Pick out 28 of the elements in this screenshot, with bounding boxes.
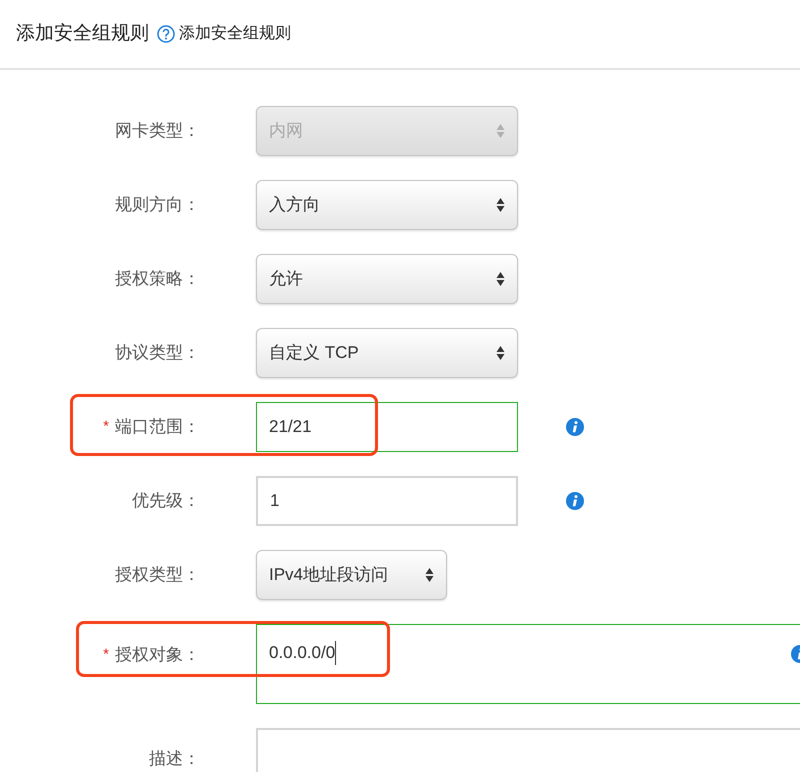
field-label: 规则方向： [115, 194, 200, 216]
field-label: 网卡类型： [115, 120, 200, 142]
required-mark: * [103, 644, 109, 664]
select-dropdown[interactable]: IPv4地址段访问 [256, 550, 447, 600]
up-down-arrows-icon [496, 345, 505, 361]
select-dropdown[interactable]: 入方向 [256, 180, 518, 230]
field-label: 授权对象： [115, 644, 200, 666]
input-field[interactable]: 1 [256, 476, 518, 526]
info-icon[interactable] [566, 418, 584, 436]
field-label: 描述： [149, 748, 200, 770]
up-down-arrows-icon [425, 567, 434, 583]
text-area[interactable]: 0.0.0.0/0 [256, 624, 800, 704]
input-field[interactable]: 21/21 [256, 402, 518, 452]
up-down-arrows-icon [496, 123, 505, 139]
field-label: 授权类型： [115, 564, 200, 586]
field-label: 端口范围： [115, 416, 200, 438]
field-label: 授权策略： [115, 268, 200, 290]
up-down-arrows-icon [496, 271, 505, 287]
info-icon[interactable] [566, 492, 584, 510]
up-down-arrows-icon [496, 197, 505, 213]
select-dropdown[interactable]: 自定义 TCP [256, 328, 518, 378]
select-dropdown[interactable]: 允许 [256, 254, 518, 304]
field-label: 优先级： [132, 490, 200, 512]
required-mark: * [103, 416, 109, 437]
help-text: 添加安全组规则 [179, 24, 291, 44]
help-icon[interactable] [157, 25, 175, 43]
page-title: 添加安全组规则 [16, 22, 149, 46]
field-label: 协议类型： [115, 342, 200, 364]
